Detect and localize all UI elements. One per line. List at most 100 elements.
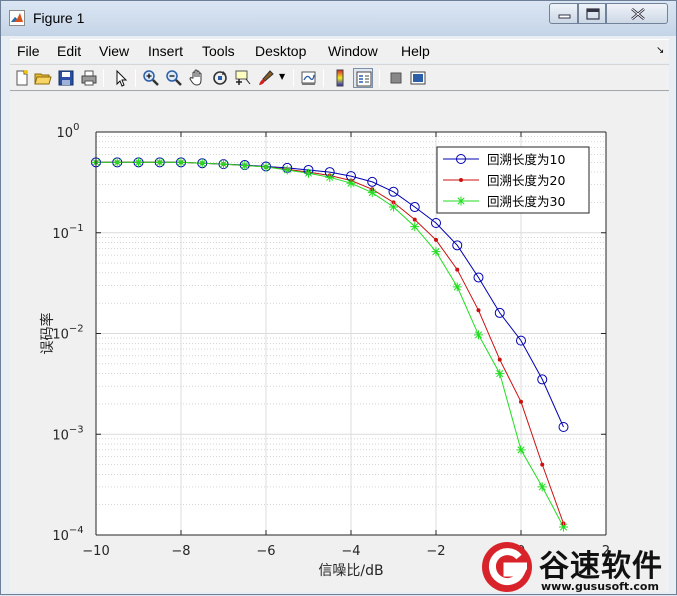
data-point bbox=[389, 202, 398, 212]
data-point bbox=[112, 157, 122, 167]
close-icon bbox=[631, 8, 645, 20]
data-point bbox=[412, 217, 417, 222]
matlab-icon bbox=[9, 10, 25, 26]
menu-help[interactable]: Help bbox=[401, 43, 430, 59]
legend-marker bbox=[459, 178, 463, 182]
y-axis-label: 误码率 bbox=[39, 313, 56, 355]
brush-dropdown-icon[interactable]: ▼ bbox=[279, 72, 285, 81]
gususoft-logo-icon bbox=[482, 542, 532, 592]
zoom-in-icon bbox=[143, 70, 159, 86]
plot-svg: −10−8−6−4−20210−410−310−210−1100 回溯长度为10… bbox=[39, 122, 610, 579]
link-plot-button[interactable] bbox=[299, 68, 319, 88]
rotate-icon bbox=[213, 71, 227, 85]
data-point bbox=[240, 161, 250, 171]
pointer-icon bbox=[116, 69, 128, 87]
figure-canvas: −10−8−6−4−20210−410−310−210−1100 回溯长度为10… bbox=[10, 92, 669, 592]
data-point bbox=[434, 237, 438, 242]
open-file-icon bbox=[34, 73, 52, 85]
save-button[interactable] bbox=[56, 68, 76, 88]
brush-icon bbox=[259, 70, 274, 85]
legend-label: 回溯长度为10 bbox=[487, 152, 565, 167]
data-point bbox=[497, 357, 502, 362]
colorbar-icon bbox=[336, 69, 344, 87]
menu-desktop[interactable]: Desktop bbox=[255, 43, 306, 59]
menu-view[interactable]: View bbox=[99, 43, 129, 59]
print-button[interactable] bbox=[79, 68, 99, 88]
pan-button[interactable] bbox=[187, 68, 207, 88]
menu-bar: File Edit View Insert Tools Desktop Wind… bbox=[10, 39, 669, 63]
legend-label: 回溯长度为20 bbox=[487, 173, 565, 188]
new-figure-button[interactable] bbox=[12, 68, 32, 88]
minimize-button[interactable] bbox=[549, 3, 578, 24]
watermark-url: www.gususoft.com bbox=[541, 580, 659, 593]
y-tick-label: 10−4 bbox=[52, 525, 83, 544]
save-icon bbox=[58, 70, 74, 86]
x-tick-label: −2 bbox=[426, 544, 445, 559]
x-tick-label: −6 bbox=[256, 544, 275, 559]
data-point bbox=[452, 282, 462, 292]
menu-dock-arrow-icon[interactable]: ↘ bbox=[656, 45, 664, 56]
zoom-out-button[interactable] bbox=[164, 68, 184, 88]
legend-button[interactable] bbox=[353, 68, 373, 88]
pan-icon bbox=[189, 69, 202, 86]
x-tick-label: −8 bbox=[171, 544, 190, 559]
y-tick-label: 10−1 bbox=[52, 223, 83, 242]
watermark: 谷速软件 www.gususoft.com bbox=[479, 539, 677, 596]
data-point bbox=[516, 445, 526, 455]
maximize-icon bbox=[586, 8, 600, 20]
data-point bbox=[325, 172, 335, 182]
y-tick-label: 100 bbox=[57, 122, 80, 141]
colorbar-button[interactable] bbox=[330, 68, 350, 88]
figure-window: Figure 1 File Edit View Insert Tools Des… bbox=[0, 0, 677, 595]
hide-plot-tools-icon bbox=[390, 72, 402, 84]
close-button[interactable] bbox=[606, 3, 668, 24]
title-bar[interactable]: Figure 1 bbox=[1, 1, 676, 36]
data-point bbox=[261, 162, 271, 172]
brush-button[interactable] bbox=[256, 68, 276, 88]
link-plot-icon bbox=[301, 71, 316, 85]
data-point bbox=[474, 330, 483, 340]
data-point bbox=[282, 165, 292, 175]
data-point bbox=[304, 168, 313, 178]
y-tick-label: 10−2 bbox=[52, 324, 83, 343]
data-point bbox=[197, 158, 207, 168]
x-tick-label: −10 bbox=[82, 544, 109, 559]
show-plot-tools-icon bbox=[410, 71, 426, 85]
y-tick-label: 10−3 bbox=[52, 424, 83, 443]
figure-toolbar: ▼ bbox=[10, 64, 669, 91]
data-point bbox=[495, 369, 505, 379]
data-point bbox=[367, 188, 377, 198]
data-point bbox=[219, 159, 228, 169]
show-plot-tools-button[interactable] bbox=[408, 68, 428, 88]
data-cursor-icon bbox=[235, 70, 251, 85]
legend-label: 回溯长度为30 bbox=[487, 194, 565, 209]
menu-window[interactable]: Window bbox=[328, 43, 378, 59]
data-point bbox=[455, 267, 460, 272]
zoom-out-icon bbox=[166, 70, 182, 86]
data-point bbox=[134, 157, 143, 167]
maximize-button[interactable] bbox=[578, 3, 606, 24]
new-figure-icon bbox=[16, 70, 28, 86]
pointer-button[interactable] bbox=[111, 68, 131, 88]
zoom-in-button[interactable] bbox=[141, 68, 161, 88]
menu-edit[interactable]: Edit bbox=[57, 43, 81, 59]
open-file-button[interactable] bbox=[33, 68, 53, 88]
data-point bbox=[476, 308, 481, 313]
menu-tools[interactable]: Tools bbox=[202, 43, 235, 59]
data-point bbox=[176, 157, 186, 167]
legend-marker bbox=[456, 196, 466, 206]
watermark-name: 谷速软件 bbox=[539, 549, 663, 584]
print-icon bbox=[81, 70, 97, 86]
data-point bbox=[540, 462, 545, 467]
data-point bbox=[519, 399, 523, 404]
minimize-icon bbox=[558, 14, 571, 19]
menu-insert[interactable]: Insert bbox=[148, 43, 183, 59]
hide-plot-tools-button[interactable] bbox=[386, 68, 406, 88]
x-axis-label: 信噪比/dB bbox=[318, 563, 383, 579]
data-point bbox=[346, 178, 356, 188]
window-title: Figure 1 bbox=[33, 10, 85, 26]
data-cursor-button[interactable] bbox=[233, 68, 253, 88]
data-point bbox=[537, 482, 547, 492]
menu-file[interactable]: File bbox=[17, 43, 40, 59]
rotate-button[interactable] bbox=[210, 68, 230, 88]
